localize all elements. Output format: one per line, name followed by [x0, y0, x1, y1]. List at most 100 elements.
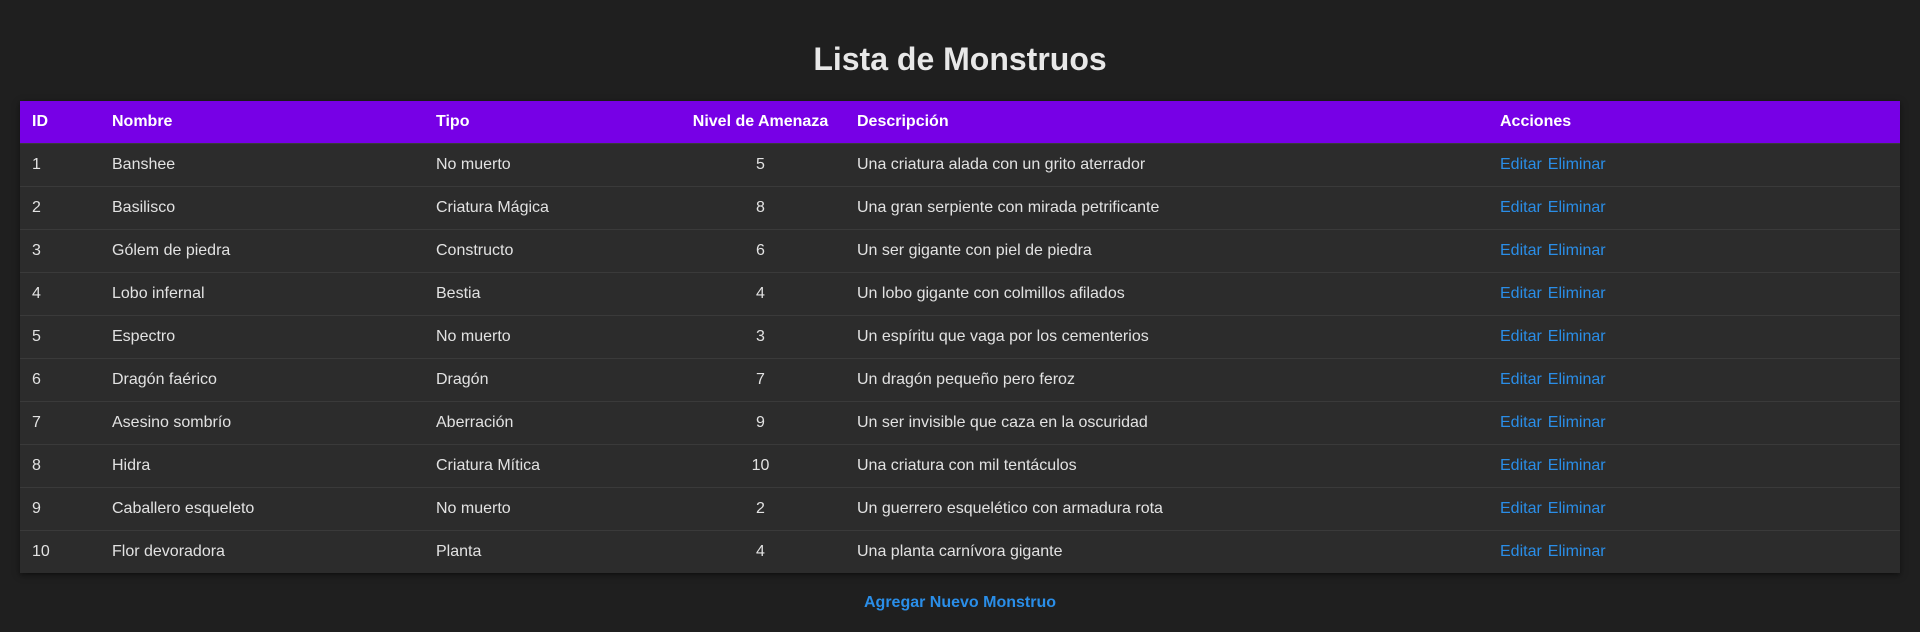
cell-threat-level: 4: [756, 542, 765, 560]
cell-id: 8: [32, 456, 41, 474]
cell-type: Constructo: [436, 241, 514, 259]
cell-id: 6: [32, 370, 41, 388]
header-type: Tipo: [436, 112, 470, 130]
cell-type: Criatura Mágica: [436, 198, 549, 216]
cell-threat-level: 5: [756, 155, 765, 173]
cell-name: Asesino sombrío: [112, 413, 232, 431]
cell-type: No muerto: [436, 327, 511, 345]
delete-link[interactable]: Eliminar: [1548, 199, 1606, 216]
cell-id: 5: [32, 327, 41, 345]
cell-threat-level: 2: [756, 499, 765, 517]
cell-actions: Editar Eliminar: [1488, 186, 1900, 229]
delete-link[interactable]: Eliminar: [1548, 500, 1606, 517]
edit-link[interactable]: Editar: [1500, 371, 1542, 388]
delete-link[interactable]: Eliminar: [1548, 371, 1606, 388]
header-name: Nombre: [112, 112, 173, 130]
edit-link[interactable]: Editar: [1500, 457, 1542, 474]
cell-description: Una planta carnívora gigante: [857, 542, 1063, 560]
table-body: 1 Banshee No muerto 5 Una criatura alada con…: [20, 143, 1900, 573]
cell-id: 3: [32, 241, 41, 259]
cell-name: Flor devoradora: [112, 542, 225, 560]
cell-id: 2: [32, 198, 41, 216]
header-threat-level: Nivel de Amenaza: [692, 112, 829, 130]
delete-link[interactable]: Eliminar: [1548, 156, 1606, 173]
cell-name: Gólem de piedra: [112, 241, 231, 259]
cell-name: Caballero esqueleto: [112, 499, 255, 517]
table-row: 10 Flor devoradora Planta 4 Una planta carní…: [20, 530, 1900, 573]
delete-link[interactable]: Eliminar: [1548, 457, 1606, 474]
table-row: 6 Dragón faérico Dragón 7 Un dragón pequeño …: [20, 358, 1900, 401]
cell-description: Un espíritu que vaga por los cementerios: [857, 327, 1149, 345]
delete-link[interactable]: Eliminar: [1548, 543, 1606, 560]
cell-actions: Editar Eliminar: [1488, 143, 1900, 186]
cell-id: 4: [32, 284, 41, 302]
cell-threat-level: 7: [756, 370, 765, 388]
cell-name: Basilisco: [112, 198, 176, 216]
cell-id: 7: [32, 413, 41, 431]
add-section: Agregar Nuevo Monstruo: [0, 573, 1920, 612]
cell-description: Un ser gigante con piel de piedra: [857, 241, 1092, 259]
cell-actions: Editar Eliminar: [1488, 229, 1900, 272]
header-id: ID: [32, 112, 48, 130]
edit-link[interactable]: Editar: [1500, 543, 1542, 560]
add-monster-link[interactable]: Agregar Nuevo Monstruo: [864, 594, 1056, 611]
cell-type: Bestia: [436, 284, 481, 302]
cell-description: Un dragón pequeño pero feroz: [857, 370, 1075, 388]
cell-actions: Editar Eliminar: [1488, 487, 1900, 530]
table-row: 2 Basilisco Criatura Mágica 8 Una gran serpi…: [20, 186, 1900, 229]
cell-actions: Editar Eliminar: [1488, 444, 1900, 487]
cell-threat-level: 10: [751, 456, 770, 474]
monsters-table-container: ID Nombre Tipo Nivel de Amenaza Descripc…: [20, 101, 1900, 573]
cell-type: No muerto: [436, 499, 511, 517]
cell-name: Lobo infernal: [112, 284, 205, 302]
page-title: Lista de Monstruos: [813, 41, 1107, 77]
edit-link[interactable]: Editar: [1500, 199, 1542, 216]
delete-link[interactable]: Eliminar: [1548, 285, 1606, 302]
cell-actions: Editar Eliminar: [1488, 530, 1900, 573]
table-row: 3 Gólem de piedra Constructo 6 Un ser gigant…: [20, 229, 1900, 272]
cell-description: Una criatura con mil tentáculos: [857, 456, 1077, 474]
cell-name: Hidra: [112, 456, 151, 474]
cell-name: Dragón faérico: [112, 370, 217, 388]
cell-description: Un guerrero esquelético con armadura rot…: [857, 499, 1163, 517]
table-row: 1 Banshee No muerto 5 Una criatura alada con…: [20, 143, 1900, 186]
edit-link[interactable]: Editar: [1500, 156, 1542, 173]
cell-actions: Editar Eliminar: [1488, 272, 1900, 315]
monsters-table: ID Nombre Tipo Nivel de Amenaza Descripc…: [20, 101, 1900, 573]
cell-id: 1: [32, 155, 41, 173]
table-header: ID Nombre Tipo Nivel de Amenaza Descripc…: [20, 101, 1900, 143]
cell-threat-level: 8: [756, 198, 765, 216]
edit-link[interactable]: Editar: [1500, 500, 1542, 517]
cell-description: Una criatura alada con un grito aterrado…: [857, 155, 1146, 173]
cell-type: Dragón: [436, 370, 489, 388]
header-description: Descripción: [857, 112, 949, 130]
delete-link[interactable]: Eliminar: [1548, 328, 1606, 345]
edit-link[interactable]: Editar: [1500, 285, 1542, 302]
table-row: 9 Caballero esqueleto No muerto 2 Un guerrer…: [20, 487, 1900, 530]
delete-link[interactable]: Eliminar: [1548, 414, 1606, 431]
cell-actions: Editar Eliminar: [1488, 401, 1900, 444]
cell-description: Un lobo gigante con colmillos afilados: [857, 284, 1125, 302]
cell-type: Planta: [436, 542, 482, 560]
cell-type: Criatura Mítica: [436, 456, 541, 474]
cell-type: Aberración: [436, 413, 514, 431]
cell-actions: Editar Eliminar: [1488, 315, 1900, 358]
cell-description: Una gran serpiente con mirada petrifican…: [857, 198, 1160, 216]
cell-id: 10: [32, 542, 50, 560]
cell-type: No muerto: [436, 155, 511, 173]
table-row: 4 Lobo infernal Bestia 4 Un lobo gigante con…: [20, 272, 1900, 315]
table-row: 8 Hidra Criatura Mítica 10 Una criatura con …: [20, 444, 1900, 487]
edit-link[interactable]: Editar: [1500, 328, 1542, 345]
cell-threat-level: 3: [756, 327, 765, 345]
header-actions: Acciones: [1500, 112, 1572, 130]
table-row: 5 Espectro No muerto 3 Un espíritu que vaga …: [20, 315, 1900, 358]
cell-threat-level: 4: [756, 284, 765, 302]
cell-actions: Editar Eliminar: [1488, 358, 1900, 401]
cell-name: Espectro: [112, 327, 176, 345]
cell-id: 9: [32, 499, 41, 517]
edit-link[interactable]: Editar: [1500, 242, 1542, 259]
header-row: ID Nombre Tipo Nivel de Amenaza Descripc…: [20, 101, 1900, 143]
table-row: 7 Asesino sombrío Aberración 9 Un ser invisi…: [20, 401, 1900, 444]
edit-link[interactable]: Editar: [1500, 414, 1542, 431]
delete-link[interactable]: Eliminar: [1548, 242, 1606, 259]
